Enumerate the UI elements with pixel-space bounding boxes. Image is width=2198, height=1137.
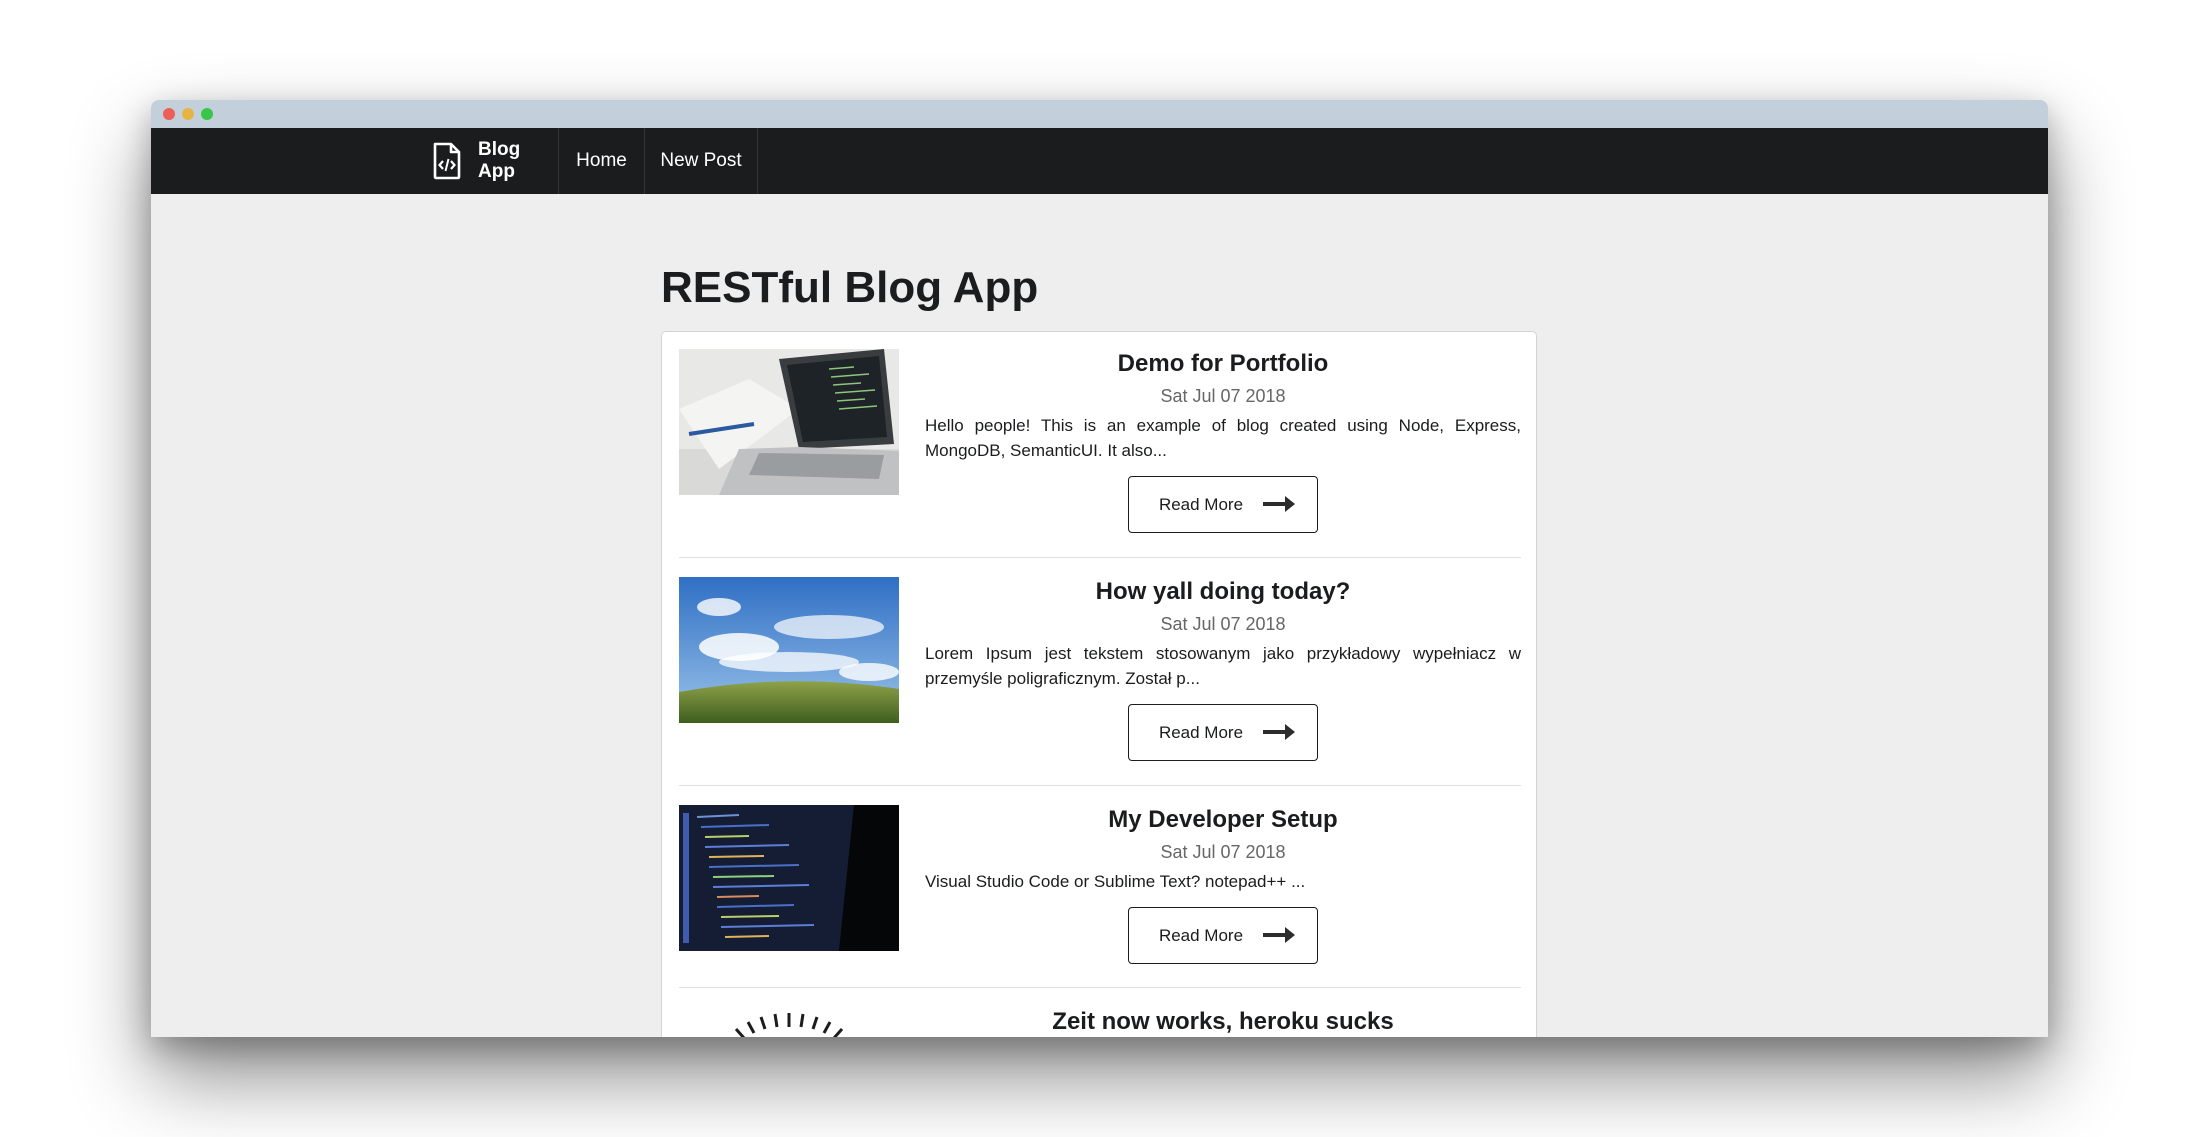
post-divider bbox=[679, 987, 1521, 988]
post-divider bbox=[679, 557, 1521, 558]
browser-window: Blog App Home New Post RESTful Blog App bbox=[151, 100, 2048, 1037]
post-image-gauge[interactable] bbox=[679, 1007, 899, 1037]
close-window-button[interactable] bbox=[163, 108, 175, 120]
post-date: Sat Jul 07 2018 bbox=[1160, 386, 1286, 406]
post-image-laptop[interactable] bbox=[679, 349, 899, 495]
post-excerpt: Lorem Ipsum jest tekstem stosowanym jako… bbox=[925, 644, 1521, 688]
maximize-window-button[interactable] bbox=[201, 108, 213, 120]
post-title[interactable]: My Developer Setup bbox=[925, 805, 1521, 835]
read-more-label: Read More bbox=[1158, 925, 1244, 945]
top-navbar: Blog App Home New Post bbox=[151, 128, 2048, 194]
nav-new-post[interactable]: New Post bbox=[645, 128, 758, 194]
post-excerpt: Hello people! This is an example of blog… bbox=[925, 416, 1521, 460]
page-title: RESTful Blog App bbox=[661, 263, 1039, 312]
brand-label: Blog App bbox=[478, 139, 521, 182]
post-date: Sat Jul 07 2018 bbox=[1160, 614, 1286, 634]
posts-list: Demo for Portfolio Sat Jul 07 2018 Hello… bbox=[661, 331, 1537, 1037]
post-title[interactable]: Demo for Portfolio bbox=[925, 349, 1521, 379]
code-file-icon bbox=[432, 142, 462, 180]
post-content: My Developer Setup Sat Jul 07 2018 Visua… bbox=[925, 805, 1521, 964]
window-titlebar bbox=[151, 100, 2048, 128]
read-more-label: Read More bbox=[1158, 494, 1244, 514]
read-more-label: Read More bbox=[1158, 722, 1244, 742]
read-more-button[interactable]: Read More bbox=[1128, 476, 1318, 533]
post-title[interactable]: How yall doing today? bbox=[925, 577, 1521, 607]
arrow-right-icon bbox=[1263, 496, 1295, 512]
post-image-sky[interactable] bbox=[679, 577, 899, 723]
brand-link[interactable]: Blog App bbox=[420, 128, 559, 194]
post-content: Zeit now works, heroku sucks bbox=[925, 1007, 1521, 1037]
post-excerpt: Visual Studio Code or Sublime Text? note… bbox=[925, 872, 1306, 891]
minimize-window-button[interactable] bbox=[182, 108, 194, 120]
arrow-right-icon bbox=[1263, 927, 1295, 943]
post-title[interactable]: Zeit now works, heroku sucks bbox=[925, 1007, 1521, 1037]
post-image-code-screen[interactable] bbox=[679, 805, 899, 951]
read-more-button[interactable]: Read More bbox=[1128, 704, 1318, 761]
nav-home[interactable]: Home bbox=[559, 128, 645, 194]
post-date: Sat Jul 07 2018 bbox=[1160, 842, 1286, 862]
post-divider bbox=[679, 785, 1521, 786]
post-content: Demo for Portfolio Sat Jul 07 2018 Hello… bbox=[925, 349, 1521, 533]
post-content: How yall doing today? Sat Jul 07 2018 Lo… bbox=[925, 577, 1521, 761]
arrow-right-icon bbox=[1263, 724, 1295, 740]
read-more-button[interactable]: Read More bbox=[1128, 907, 1318, 964]
